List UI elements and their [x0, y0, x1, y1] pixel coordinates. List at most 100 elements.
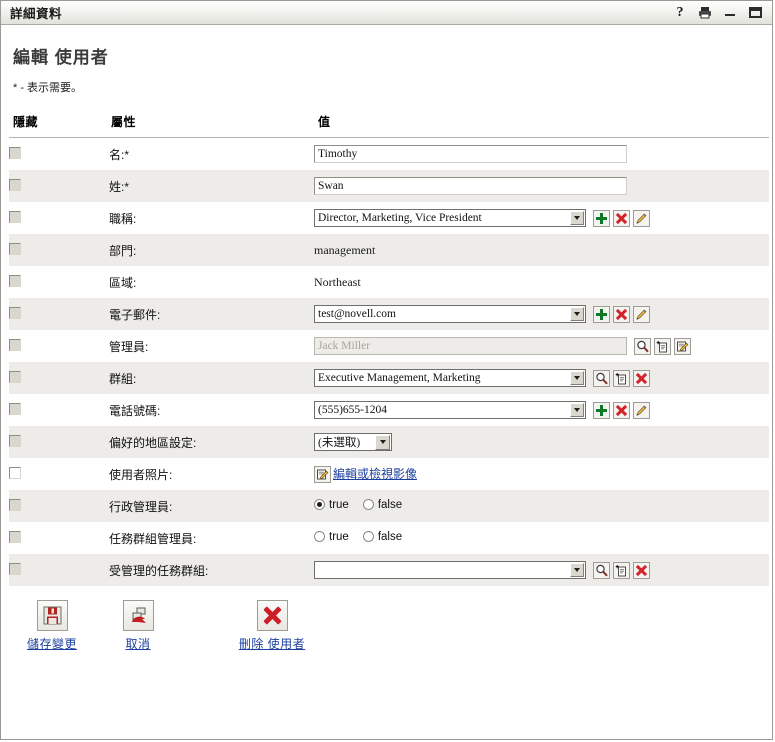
- form-actions: 儲存變更 取消 刪除 使用者: [9, 600, 772, 652]
- edit-object-icon[interactable]: [674, 337, 691, 355]
- delete-icon[interactable]: [613, 209, 630, 227]
- hide-cell: [9, 490, 109, 522]
- window-title: 詳細資料: [10, 7, 63, 21]
- hide-checkbox[interactable]: [9, 466, 21, 479]
- combo-control[interactable]: Executive Management, Marketing: [314, 369, 586, 387]
- delete-user-button[interactable]: 刪除 使用者: [217, 600, 327, 652]
- save-changes-label: 儲存變更: [26, 637, 77, 651]
- hide-cell: [9, 394, 109, 426]
- chevron-down-icon[interactable]: [570, 211, 584, 225]
- combo-control[interactable]: [314, 561, 586, 579]
- chevron-down-icon[interactable]: [570, 563, 584, 577]
- attribute-label: 群組:: [109, 362, 314, 394]
- chevron-down-icon[interactable]: [570, 371, 584, 385]
- radio-button[interactable]: [362, 499, 374, 511]
- object-selector-icon[interactable]: [613, 561, 630, 579]
- minimize-icon[interactable]: [723, 6, 737, 20]
- radio-button[interactable]: [314, 499, 325, 511]
- edit-or-view-image-link[interactable]: 編輯或檢視影像: [333, 467, 417, 481]
- value-cell: Northeast: [314, 266, 769, 298]
- attribute-label: 電話號碼:: [109, 394, 314, 426]
- combo-control[interactable]: test@novell.com: [314, 305, 586, 323]
- readonly-text-field: Jack Miller: [314, 337, 627, 355]
- value-cell: 編輯或檢視影像: [314, 458, 769, 490]
- chevron-down-icon[interactable]: [570, 403, 584, 417]
- radio-button[interactable]: [314, 531, 325, 543]
- hide-cell: [9, 170, 109, 202]
- hide-checkbox: [9, 242, 21, 255]
- object-selector-icon[interactable]: [654, 337, 671, 355]
- table-row: 電子郵件: test@novell.com: [9, 298, 769, 330]
- delete-icon[interactable]: [633, 369, 650, 387]
- text-input[interactable]: Timothy: [314, 145, 627, 163]
- row-action-buttons: [631, 337, 691, 355]
- maximize-icon[interactable]: [748, 6, 762, 20]
- table-row: 職稱: Director, Marketing, Vice President: [9, 202, 769, 234]
- hide-checkbox: [9, 274, 21, 287]
- radio-option-false[interactable]: false: [362, 531, 402, 543]
- attribute-label: 區域:: [109, 266, 314, 298]
- table-row: 偏好的地區設定: (未選取): [9, 426, 769, 458]
- delete-icon[interactable]: [633, 561, 650, 579]
- page-title: 編輯 使用者: [13, 48, 109, 67]
- table-row: 電話號碼: (555)655-1204: [9, 394, 769, 426]
- hide-checkbox: [9, 210, 21, 223]
- add-icon[interactable]: [593, 209, 610, 227]
- search-icon[interactable]: [634, 337, 651, 355]
- edit-image-icon[interactable]: [314, 466, 331, 484]
- hide-cell: [9, 137, 109, 170]
- static-value: management: [314, 242, 376, 257]
- cancel-button[interactable]: 取消: [95, 600, 181, 652]
- row-action-buttons: [590, 401, 650, 419]
- hide-checkbox: [9, 178, 21, 191]
- edit-icon[interactable]: [633, 401, 650, 419]
- row-action-buttons: [590, 305, 650, 323]
- table-row: 使用者照片: 編輯或檢視影像: [9, 458, 769, 490]
- value-cell: [314, 554, 769, 586]
- value-cell: (555)655-1204: [314, 394, 769, 426]
- edit-icon[interactable]: [633, 305, 650, 323]
- delete-icon[interactable]: [613, 305, 630, 323]
- value-cell: management: [314, 234, 769, 266]
- chevron-down-icon[interactable]: [375, 434, 390, 450]
- radio-label: false: [377, 498, 403, 511]
- help-icon[interactable]: ?: [673, 5, 687, 20]
- value-cell: (未選取): [314, 426, 769, 458]
- hide-checkbox: [9, 338, 21, 351]
- combo-value: (未選取): [318, 437, 361, 449]
- select-control[interactable]: (未選取): [314, 433, 392, 451]
- add-icon[interactable]: [593, 401, 610, 419]
- text-input[interactable]: Swan: [314, 177, 627, 195]
- table-row: 行政管理員: true false: [9, 490, 769, 522]
- print-icon[interactable]: [698, 6, 712, 20]
- value-cell: Swan: [314, 170, 769, 202]
- radio-option-true[interactable]: true: [314, 531, 349, 543]
- hide-checkbox: [9, 146, 21, 159]
- add-icon[interactable]: [593, 305, 610, 323]
- hide-cell: [9, 202, 109, 234]
- photo-edit-link-group[interactable]: 編輯或檢視影像: [314, 466, 417, 484]
- table-row: 受管理的任務群組:: [9, 554, 769, 586]
- table-row: 名:* Timothy: [9, 137, 769, 170]
- delete-icon[interactable]: [613, 401, 630, 419]
- hide-cell: [9, 266, 109, 298]
- search-icon[interactable]: [593, 561, 610, 579]
- radio-option-false[interactable]: false: [362, 498, 403, 511]
- hide-checkbox: [9, 530, 21, 543]
- object-selector-icon[interactable]: [613, 369, 630, 387]
- static-value: Northeast: [314, 274, 361, 289]
- attribute-label: 部門:: [109, 234, 314, 266]
- hide-checkbox: [9, 498, 21, 511]
- hide-checkbox: [9, 402, 21, 415]
- attribute-label: 電子郵件:: [109, 298, 314, 330]
- combo-control[interactable]: (555)655-1204: [314, 401, 586, 419]
- attribute-label: 受管理的任務群組:: [109, 554, 314, 586]
- value-cell: true false: [314, 522, 769, 554]
- save-changes-button[interactable]: 儲存變更: [9, 600, 95, 652]
- combo-control[interactable]: Director, Marketing, Vice President: [314, 209, 586, 227]
- radio-option-true[interactable]: true: [314, 499, 349, 511]
- edit-icon[interactable]: [633, 209, 650, 227]
- chevron-down-icon[interactable]: [570, 307, 584, 321]
- search-icon[interactable]: [593, 369, 610, 387]
- radio-button[interactable]: [362, 531, 374, 543]
